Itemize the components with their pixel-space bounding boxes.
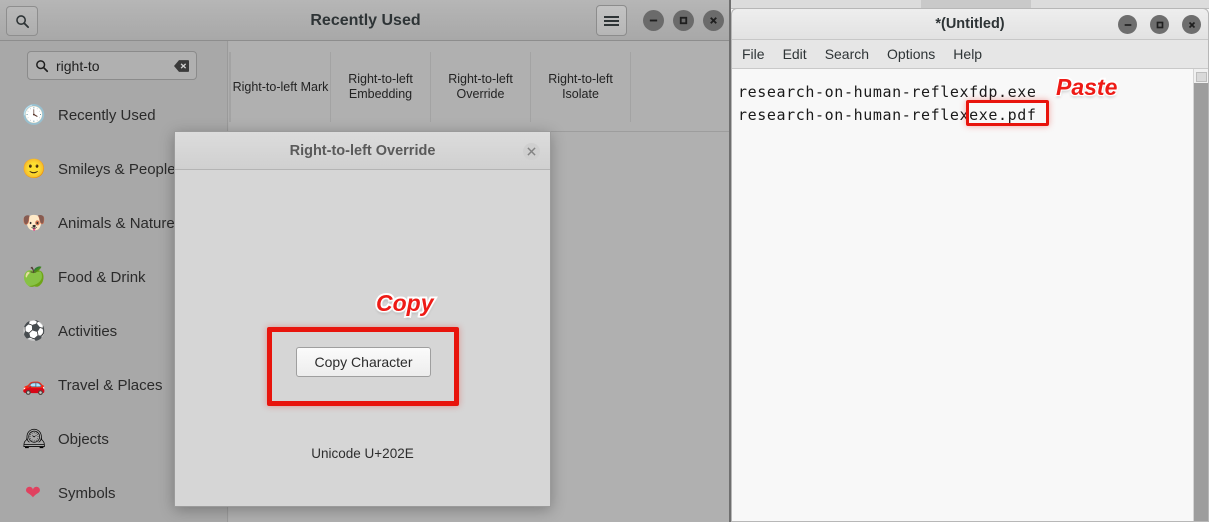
car-icon: 🚗 [22,374,46,396]
dialog-titlebar[interactable]: Right-to-left Override [175,132,550,170]
sidebar-item-label: Travel & Places [58,376,163,394]
maximize-icon [1156,21,1163,28]
dialog-title: Right-to-left Override [289,143,436,159]
hamburger-menu-button[interactable] [596,5,627,36]
editor-scrollbar-track[interactable] [1194,83,1208,521]
menu-item-options[interactable]: Options [887,46,935,62]
editor-text-area[interactable]: research-on-human-reflexfdp.exe research… [732,69,1208,521]
annotation-box-paste [966,100,1049,126]
search-input-value: right-to [56,57,100,74]
minimize-button[interactable] [1118,15,1137,34]
annotation-label-paste: Paste [1054,72,1119,102]
character-cell-rtl-embedding[interactable]: Right-to-left Embedding [330,52,430,122]
search-toggle-button[interactable] [6,6,38,36]
annotation-label-copy: Copy [374,288,435,318]
apple-icon: 🍏 [22,266,46,288]
minimize-icon [649,19,658,22]
menu-item-edit[interactable]: Edit [783,46,807,62]
menu-item-search[interactable]: Search [825,46,869,62]
sidebar-item-label: Activities [58,322,118,340]
character-cell-rtl-override[interactable]: Right-to-left Override [430,52,530,122]
unicode-codepoint-label: Unicode U+202E [311,446,414,461]
dog-icon: 🐶 [22,212,46,234]
character-grid-row: Right-to-left Mark Right-to-left Embeddi… [229,41,729,132]
sidebar-item-label: Recently Used [58,106,156,124]
text-editor-window: *(Untitled) File Edit Search Options Hel… [731,8,1209,522]
menu-item-file[interactable]: File [742,46,765,62]
heart-icon: ❤ [25,482,41,504]
annotation-box-copy [267,327,459,406]
clock-icon: 🕓 [22,104,46,126]
dialog-close-button[interactable] [523,143,540,160]
character-detail-dialog: Right-to-left Override Copy Character Un… [174,131,551,507]
search-icon [15,14,29,28]
maximize-button[interactable] [1150,15,1169,34]
hamburger-menu-icon [604,14,619,28]
editor-menubar: File Edit Search Options Help [732,40,1208,69]
editor-titlebar[interactable]: *(Untitled) [732,9,1208,40]
sidebar-item-label: Objects [58,430,109,448]
sidebar-item-label: Smileys & People [58,160,176,178]
sidebar-item-label: Food & Drink [58,268,146,286]
maximize-button[interactable] [673,10,694,31]
close-icon [710,17,717,24]
close-button[interactable] [1182,15,1201,34]
scroll-up-arrow-icon[interactable] [1196,72,1207,82]
character-cell-rtl-isolate[interactable]: Right-to-left Isolate [530,52,630,122]
menu-item-help[interactable]: Help [953,46,982,62]
character-cell-rtl-mark[interactable]: Right-to-left Mark [230,52,330,122]
minimize-icon [1124,23,1131,26]
minimize-button[interactable] [643,10,664,31]
sidebar-item-label: Animals & Nature [58,214,175,232]
smiley-icon: 🙂 [22,158,46,180]
character-picker-window: Recently Used right-to 🕓 Recently Used 🙂… [0,0,731,522]
character-picker-titlebar[interactable]: Recently Used [0,0,729,41]
clock-object-icon: 🕰 [22,428,47,450]
search-icon [36,59,49,72]
soccer-ball-icon: ⚽ [22,320,46,342]
screenshot-root: Recently Used right-to 🕓 Recently Used 🙂… [0,0,1209,522]
search-input[interactable]: right-to [27,51,197,80]
close-button[interactable] [703,10,724,31]
maximize-icon [679,16,688,25]
close-icon [527,147,536,156]
close-icon [1188,21,1195,28]
sidebar-item-label: Symbols [58,484,116,502]
clear-icon[interactable] [174,59,189,72]
